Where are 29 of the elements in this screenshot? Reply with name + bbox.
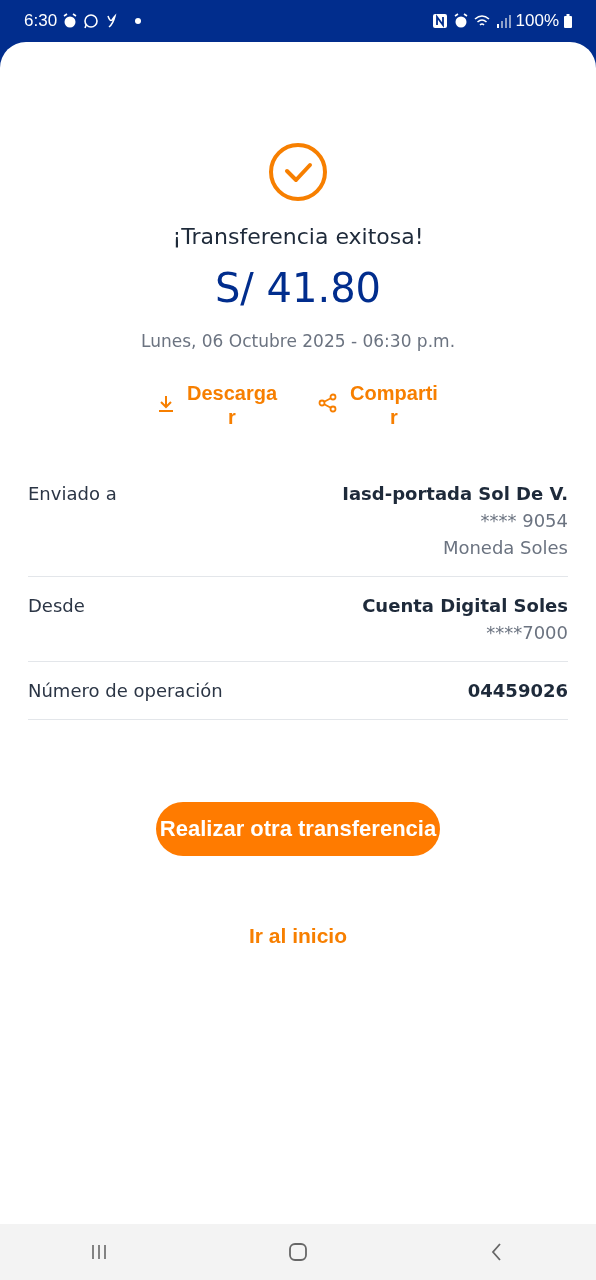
download-icon (156, 393, 176, 413)
alarm-icon (452, 13, 469, 29)
detail-value: ****7000 (486, 622, 568, 643)
download-link[interactable]: Descargar (186, 381, 278, 429)
check-circle-icon (268, 142, 328, 202)
nfc-icon (431, 13, 448, 29)
date-time: Lunes, 06 Octubre 2025 - 06:30 p.m. (140, 331, 456, 351)
detail-label: Número de operación (28, 680, 223, 701)
new-transfer-button[interactable]: Realizar otra transferencia (155, 802, 441, 856)
share-icon (318, 393, 338, 413)
battery-level: 100% (515, 11, 559, 31)
alarm-icon (62, 13, 79, 29)
detail-value: Iasd-portada Sol De V. (342, 483, 568, 504)
detail-value: Cuenta Digital Soles (362, 595, 568, 616)
detail-label: Desde (28, 595, 85, 618)
detail-value: 04459026 (467, 680, 568, 701)
signal-icon (494, 13, 511, 29)
detail-value: **** 9054 (480, 510, 568, 531)
amount: S/ 41.80 (214, 265, 382, 311)
detail-value: Moneda Soles (442, 537, 568, 558)
home-link[interactable]: Ir al inicio (249, 924, 347, 948)
share-link[interactable]: Compartir (348, 381, 440, 429)
chat-icon (83, 13, 100, 29)
battery-icon (564, 14, 572, 28)
home-icon[interactable] (288, 1242, 308, 1262)
clock-time: 6:30 (24, 11, 58, 31)
dot-icon (135, 18, 142, 24)
success-title: ¡Transferencia exitosa! (172, 224, 424, 249)
detail-label: Enviado a (28, 483, 117, 506)
